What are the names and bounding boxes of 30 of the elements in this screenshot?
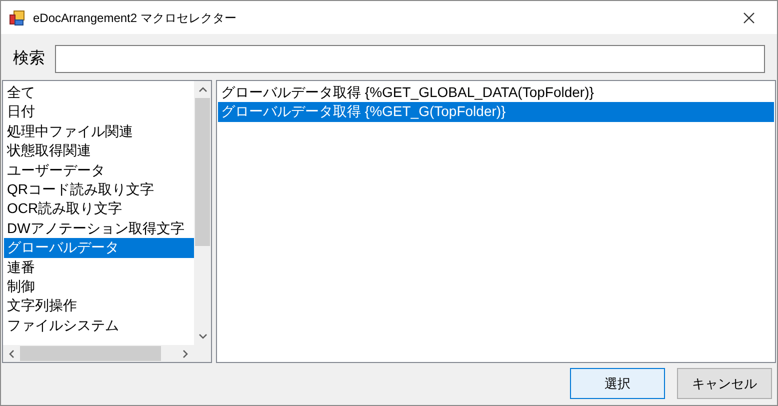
- category-item[interactable]: 全て: [4, 83, 194, 102]
- horizontal-scrollbar[interactable]: [3, 345, 194, 362]
- scroll-thumb[interactable]: [20, 346, 161, 361]
- category-item[interactable]: 連番: [4, 258, 194, 277]
- scroll-right-icon: [183, 350, 188, 358]
- scroll-up-icon: [198, 87, 206, 92]
- scroll-thumb[interactable]: [195, 98, 210, 246]
- dialog-button[interactable]: 選択: [570, 368, 665, 399]
- category-item[interactable]: OCR読み取り文字: [4, 199, 194, 219]
- search-field[interactable]: [55, 44, 765, 72]
- category-item[interactable]: 状態取得関連: [4, 141, 194, 161]
- dialog-button[interactable]: キャンセル: [677, 368, 772, 399]
- category-item[interactable]: DWアノテーション取得文字: [4, 218, 194, 238]
- macro-item[interactable]: グローバルデータ取得 {%GET_G(TopFolder)}: [218, 102, 774, 122]
- scroll-down-icon: [198, 334, 206, 339]
- category-item[interactable]: グローバルデータ: [4, 238, 194, 258]
- category-item[interactable]: 日付: [4, 102, 194, 122]
- category-item[interactable]: 文字列操作: [4, 296, 194, 316]
- close-icon: [743, 12, 755, 24]
- window-title: eDocArrangement2 マクロセレクター: [33, 10, 236, 26]
- category-item[interactable]: QRコード読み取り文字: [4, 180, 194, 200]
- category-item[interactable]: 制御: [4, 276, 194, 296]
- category-item[interactable]: 処理中ファイル関連: [4, 122, 194, 142]
- search-label: 検索: [13, 48, 45, 68]
- category-item[interactable]: ファイルシステム: [4, 316, 194, 336]
- vertical-scrollbar[interactable]: [194, 81, 211, 345]
- macro-item[interactable]: グローバルデータ取得 {%GET_GLOBAL_DATA(TopFolder)}: [218, 83, 774, 102]
- category-item[interactable]: ユーザーデータ: [4, 160, 194, 180]
- app-icon: [9, 10, 25, 26]
- scroll-left-icon: [9, 350, 14, 358]
